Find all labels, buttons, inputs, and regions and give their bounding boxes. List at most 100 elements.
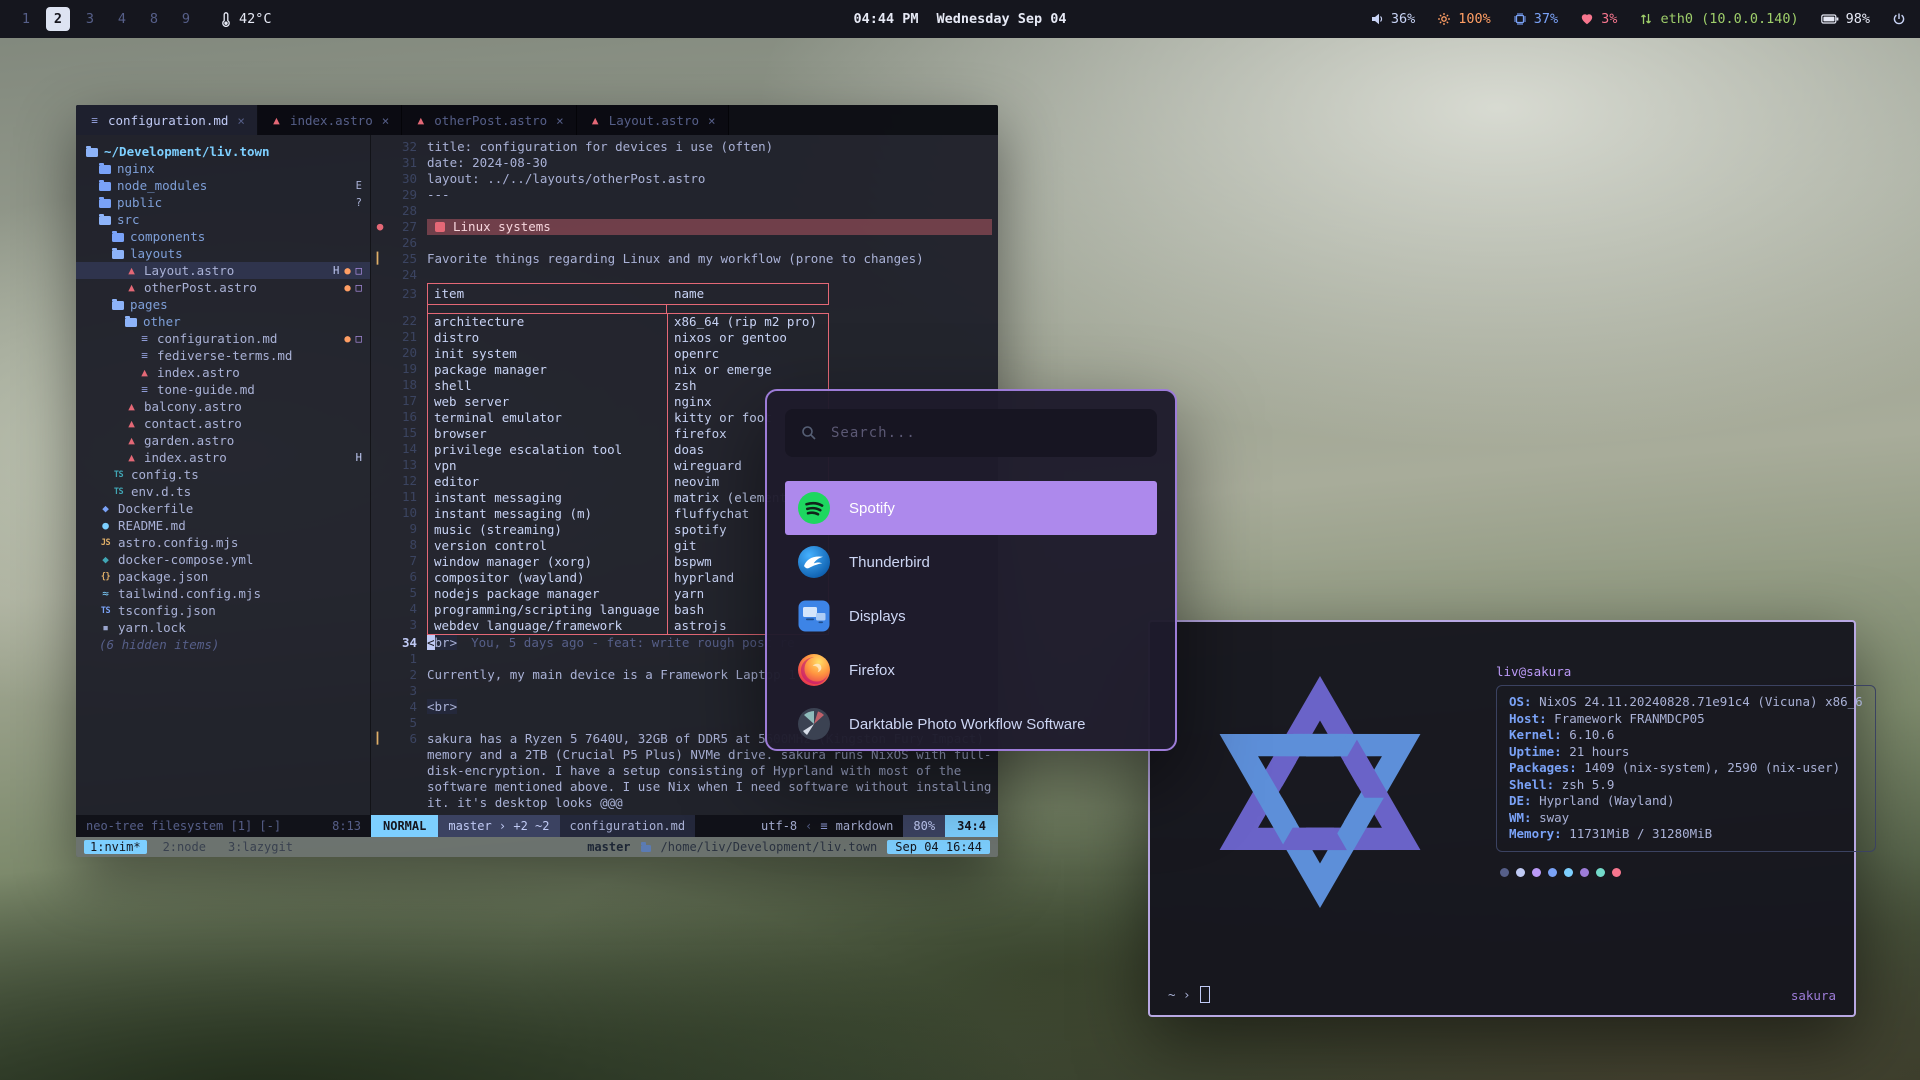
workspace-1[interactable]: 1: [14, 7, 38, 31]
close-tab-icon[interactable]: ×: [382, 113, 390, 128]
search-box[interactable]: [785, 409, 1157, 457]
sign-column: ▎: [375, 731, 385, 811]
close-tab-icon[interactable]: ×: [708, 113, 716, 128]
tree-item[interactable]: ▲otherPost.astro●□: [76, 279, 370, 296]
palette-dot: [1612, 868, 1621, 877]
tree-item[interactable]: ▲index.astro: [76, 364, 370, 381]
tree-item[interactable]: ≡tone-guide.md: [76, 381, 370, 398]
launcher-item[interactable]: Displays: [785, 589, 1157, 643]
tab-index.astro[interactable]: ▲index.astro×: [258, 105, 402, 135]
close-tab-icon[interactable]: ×: [237, 113, 245, 128]
tree-item[interactable]: ≈tailwind.config.mjs: [76, 585, 370, 602]
shell-prompt[interactable]: ~ ›: [1168, 986, 1210, 1003]
tree-item[interactable]: ●README.md: [76, 517, 370, 534]
right-prompt: sakura: [1791, 988, 1836, 1003]
tab-configuration.md[interactable]: ≡configuration.md×: [76, 105, 258, 135]
power-button[interactable]: [1892, 12, 1906, 26]
module-brightness[interactable]: 100%: [1437, 11, 1491, 27]
tree-item[interactable]: ≡fediverse-terms.md: [76, 347, 370, 364]
module-memory[interactable]: 37%: [1513, 11, 1558, 27]
table-cell-item: shell: [428, 378, 668, 394]
launcher-item[interactable]: Darktable Photo Workflow Software: [785, 697, 1157, 751]
line-number: 26: [385, 235, 427, 251]
tree-item[interactable]: other: [76, 313, 370, 330]
module-battery[interactable]: 98%: [1821, 11, 1870, 27]
launcher-item[interactable]: Firefox: [785, 643, 1157, 697]
line-number: 25: [385, 251, 427, 267]
launcher-item[interactable]: Thunderbird: [785, 535, 1157, 589]
tree-item[interactable]: ◆Dockerfile: [76, 500, 370, 517]
search-input[interactable]: [829, 424, 1141, 442]
tree-item[interactable]: TSenv.d.ts: [76, 483, 370, 500]
buffer-line: 26: [375, 235, 998, 251]
fetch-info-value: NixOS 24.11.20240828.71e91c4 (Vicuna) x8…: [1532, 694, 1863, 709]
tmux-windows: 1:nvim* 2:node 3:lazygit: [84, 840, 299, 854]
tab-otherPost.astro[interactable]: ▲otherPost.astro×: [402, 105, 576, 135]
fetch-info-label: OS:: [1509, 694, 1532, 709]
tmux-window-2:node[interactable]: 2:node: [157, 840, 212, 854]
tree-item-label: other: [143, 314, 181, 329]
table-line-number: 20: [385, 345, 417, 361]
tailwind-icon: ≈: [99, 587, 112, 600]
table-cell-item: instant messaging (m): [428, 506, 668, 522]
module-volume[interactable]: 36%: [1370, 11, 1415, 27]
tree-item[interactable]: nginx: [76, 160, 370, 177]
table-line-number: 16: [385, 409, 417, 425]
tree-item[interactable]: src: [76, 211, 370, 228]
launcher-item[interactable]: Spotify: [785, 481, 1157, 535]
sign-column: [375, 635, 385, 651]
tree-item[interactable]: public?: [76, 194, 370, 211]
tree-item[interactable]: components: [76, 228, 370, 245]
line-number: 30: [385, 171, 427, 187]
module-cpu[interactable]: 3%: [1580, 11, 1617, 27]
tree-item[interactable]: TSconfig.ts: [76, 466, 370, 483]
tree-item[interactable]: layouts: [76, 245, 370, 262]
sign-column: [375, 715, 385, 731]
table-cell-item: webdev language/framework: [428, 618, 668, 634]
tree-item[interactable]: ▲index.astroH: [76, 449, 370, 466]
module-network[interactable]: eth0 (10.0.0.140): [1639, 11, 1798, 27]
tree-item[interactable]: ◆docker-compose.yml: [76, 551, 370, 568]
workspace-8[interactable]: 8: [142, 7, 166, 31]
tree-item[interactable]: ≡configuration.md●□: [76, 330, 370, 347]
cursor-position: 34:4: [945, 815, 998, 837]
tree-item[interactable]: ▲balcony.astro: [76, 398, 370, 415]
tree-item[interactable]: ▲garden.astro: [76, 432, 370, 449]
fetch-info-line: Uptime: 21 hours: [1509, 744, 1863, 761]
buffer-line: 29---: [375, 187, 998, 203]
tree-item-label: garden.astro: [144, 433, 234, 448]
tree-item[interactable]: ~/Development/liv.town: [76, 143, 370, 160]
workspace-9[interactable]: 9: [174, 7, 198, 31]
tab-label: configuration.md: [108, 113, 228, 128]
workspace-3[interactable]: 3: [78, 7, 102, 31]
tree-item-label: astro.config.mjs: [118, 535, 238, 550]
tmux-window-3:lazygit[interactable]: 3:lazygit: [222, 840, 299, 854]
close-tab-icon[interactable]: ×: [556, 113, 564, 128]
module-volume-value: 36%: [1391, 11, 1415, 27]
tree-item[interactable]: node_modulesE: [76, 177, 370, 194]
fetch-info-label: Kernel:: [1509, 727, 1562, 742]
fetch-info-value: 1409 (nix-system), 2590 (nix-user): [1577, 760, 1840, 775]
tree-item[interactable]: ▪yarn.lock: [76, 619, 370, 636]
markdown-icon: ≡: [138, 349, 151, 362]
tmux-window-1:nvim*[interactable]: 1:nvim*: [84, 840, 147, 854]
launcher-item-label: Displays: [849, 608, 906, 625]
line-number: 32: [385, 139, 427, 155]
table-line-number: 22: [385, 313, 417, 329]
tree-item[interactable]: {}package.json: [76, 568, 370, 585]
table-header-name: name: [668, 284, 828, 304]
tree-item[interactable]: JS astro.config.mjs: [76, 534, 370, 551]
tab-Layout.astro[interactable]: ▲Layout.astro×: [577, 105, 729, 135]
sign-column: [375, 155, 385, 171]
speaker-icon: [1370, 12, 1384, 26]
workspace-4[interactable]: 4: [110, 7, 134, 31]
js-icon: JS: [99, 538, 112, 548]
workspace-2[interactable]: 2: [46, 7, 70, 31]
tree-item[interactable]: ▲contact.astro: [76, 415, 370, 432]
tree-item[interactable]: (6 hidden items): [76, 636, 370, 653]
table-line-number: 8: [385, 537, 417, 553]
tree-item[interactable]: TStsconfig.json: [76, 602, 370, 619]
yml-icon: ◆: [99, 553, 112, 566]
tree-item[interactable]: pages: [76, 296, 370, 313]
tree-item[interactable]: ▲Layout.astroH●□: [76, 262, 370, 279]
